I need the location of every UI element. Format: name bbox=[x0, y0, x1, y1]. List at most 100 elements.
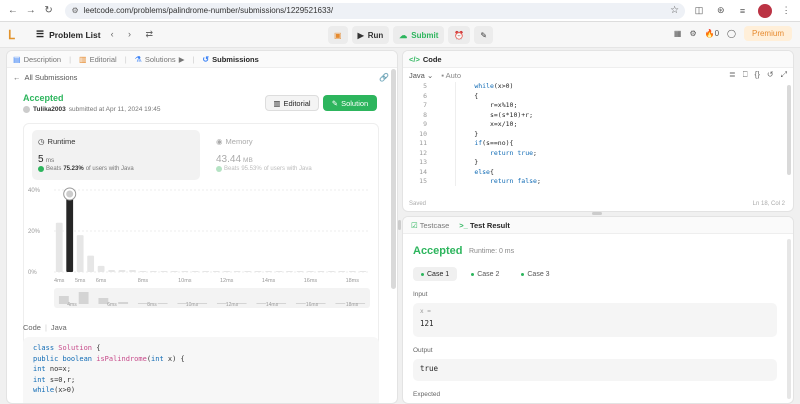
menu-icon[interactable]: ⋮ bbox=[778, 4, 794, 18]
streak-counter[interactable]: 🔥0 bbox=[705, 29, 719, 38]
tab-submissions[interactable]: ↺ Submissions bbox=[202, 55, 258, 64]
editor-code-line[interactable]: else{ bbox=[443, 168, 541, 178]
extensions-icon[interactable]: ◫ bbox=[691, 4, 707, 18]
line-number: 14 bbox=[419, 167, 427, 176]
reload-icon[interactable]: ↻ bbox=[42, 4, 56, 18]
x-tick-label: 14ms bbox=[262, 278, 276, 284]
case-tab-3[interactable]: Case 3 bbox=[513, 267, 557, 281]
author-avatar[interactable] bbox=[23, 106, 30, 113]
editor-code-line[interactable]: return true; bbox=[443, 149, 541, 159]
site-info-icon[interactable]: ⚙ bbox=[71, 6, 78, 15]
histogram-bar bbox=[286, 270, 293, 272]
checkbox-icon: ☑ bbox=[411, 220, 418, 230]
line-number: 10 bbox=[419, 129, 427, 138]
editor-code-line[interactable]: { bbox=[443, 92, 541, 102]
braces-icon[interactable]: {} bbox=[755, 70, 760, 80]
address-bar[interactable]: ⚙ leetcode.com/problems/palindrome-numbe… bbox=[65, 2, 686, 19]
solution-button[interactable]: ✎ Solution bbox=[323, 95, 377, 111]
result-scrollbar[interactable] bbox=[787, 239, 791, 399]
editor-code-line[interactable]: r=x%10; bbox=[443, 101, 541, 111]
overview-bar bbox=[157, 303, 168, 304]
editor-code-line[interactable]: } bbox=[443, 130, 541, 140]
share-link-icon[interactable]: 🔗 bbox=[379, 73, 389, 82]
memory-number: 43.44 bbox=[216, 154, 242, 165]
histogram-bar bbox=[338, 270, 346, 272]
runtime-box[interactable]: ◷ Runtime 5 ms Beats 75.23% of users with Ja… bbox=[32, 130, 200, 180]
overview-bar bbox=[236, 303, 247, 304]
code-editor[interactable]: 5 6 7 8 9 10 11 12 13 14 15 while(x>0) { r=x%10; s… bbox=[403, 82, 793, 192]
left-scrollbar[interactable] bbox=[391, 69, 396, 289]
leaf-icon bbox=[216, 166, 222, 172]
tab-test-result[interactable]: >_ Test Result bbox=[459, 221, 510, 230]
tab-testcase[interactable]: ☑ Testcase bbox=[411, 221, 449, 230]
bookmark-icon[interactable]: ⎕ bbox=[743, 70, 748, 80]
bookmark-star-icon[interactable]: ☆ bbox=[670, 5, 679, 16]
tab-editorial[interactable]: ▥ Editorial bbox=[79, 55, 117, 64]
vertical-resize-handle[interactable] bbox=[398, 220, 401, 230]
editor-code-line[interactable]: return false; bbox=[443, 177, 541, 187]
editor-scrollbar[interactable] bbox=[787, 85, 791, 175]
forward-arrow-icon[interactable]: → bbox=[24, 4, 38, 18]
editor-lines[interactable]: while(x>0) { r=x%10; s=(s*10)+r; x=x/10;… bbox=[443, 82, 541, 187]
timer-button[interactable]: ⏰ bbox=[448, 26, 471, 44]
premium-button[interactable]: Premium bbox=[743, 26, 792, 41]
histogram-bar bbox=[66, 190, 74, 272]
editor-code-line[interactable]: if(s==no){ bbox=[443, 139, 541, 149]
line-number: 5 bbox=[423, 82, 427, 90]
author-username[interactable]: Tulika2003 bbox=[33, 106, 66, 113]
problem-list-button[interactable]: ☰ Problem List bbox=[36, 29, 101, 40]
format-icon[interactable]: ≣ bbox=[729, 70, 736, 80]
reset-icon[interactable]: ↺ bbox=[767, 70, 774, 80]
case-tab-2[interactable]: Case 2 bbox=[463, 267, 507, 281]
editor-code-line[interactable]: } bbox=[443, 158, 541, 168]
tab-solutions[interactable]: ⚗ Solutions ▶ bbox=[135, 55, 185, 64]
book-icon: ▥ bbox=[273, 98, 281, 108]
leetcode-topbar: ᒪ ☰ Problem List ‹ › ⇄ ▣ ▶ Run ☁ Submit ⏰ … bbox=[0, 22, 800, 48]
line-number: 12 bbox=[419, 148, 427, 157]
overview-tick-label: 14ms bbox=[266, 302, 279, 308]
fullscreen-icon[interactable]: ⤢ bbox=[781, 70, 787, 80]
user-avatar-icon[interactable]: ◯ bbox=[727, 29, 736, 38]
horizontal-resize-handle[interactable] bbox=[592, 212, 602, 215]
layout-icon[interactable]: ▦ bbox=[674, 29, 682, 38]
all-submissions-link[interactable]: ← All Submissions bbox=[13, 73, 77, 82]
settings-gear-icon[interactable]: ⚙ bbox=[689, 29, 696, 38]
submit-button[interactable]: ☁ Submit bbox=[393, 26, 445, 44]
input-var-name: x = bbox=[420, 308, 431, 315]
runtime-beats-pre: Beats bbox=[46, 166, 62, 172]
case-tab-1[interactable]: Case 1 bbox=[413, 267, 458, 281]
memory-beats-percent: 95.53% bbox=[241, 166, 262, 172]
submit-label: Submit bbox=[411, 30, 439, 40]
profile-avatar[interactable] bbox=[758, 3, 773, 18]
sync-icon[interactable]: ⊛ bbox=[713, 4, 729, 18]
prev-next-shuffle-icons[interactable]: ‹ › ⇄ bbox=[111, 29, 160, 40]
run-button[interactable]: ▶ Run bbox=[351, 26, 390, 44]
histogram-bar bbox=[87, 255, 95, 272]
code-line: class Solution { bbox=[33, 344, 101, 352]
language-select[interactable]: Java ⌄ bbox=[409, 71, 433, 80]
tab-description-label: Description bbox=[23, 54, 62, 64]
leetcode-logo-icon[interactable]: ᒪ bbox=[8, 28, 22, 42]
histogram-bar bbox=[296, 270, 304, 272]
code-header: Code | Java bbox=[23, 323, 67, 332]
memory-unit: MB bbox=[243, 157, 253, 164]
memory-value: 43.44 MB bbox=[216, 154, 253, 165]
editor-code-line[interactable]: while(x>0) bbox=[443, 82, 541, 92]
notes-button[interactable]: ✎ bbox=[474, 26, 494, 44]
editorial-button[interactable]: ▥ Editorial bbox=[265, 95, 319, 111]
line-number: 9 bbox=[423, 120, 427, 128]
x-tick-label: 6ms bbox=[96, 278, 107, 284]
x-tick-label: 16ms bbox=[304, 278, 318, 284]
pencil-icon: ✎ bbox=[331, 98, 339, 108]
back-arrow-icon[interactable]: ← bbox=[6, 4, 20, 18]
reading-list-icon[interactable]: ≡ bbox=[735, 4, 751, 18]
tab-description[interactable]: ▤ Description bbox=[13, 55, 61, 64]
editor-code-line[interactable]: x=x/10; bbox=[443, 120, 541, 130]
x-tick-label: 8ms bbox=[138, 278, 149, 284]
debug-button[interactable]: ▣ bbox=[328, 26, 348, 44]
editor-code-line[interactable]: s=(s*10)+r; bbox=[443, 111, 541, 121]
memory-box[interactable]: ◉ Memory 43.44 MB Beats 95.53% of users with… bbox=[210, 130, 370, 180]
runtime-header: ◷ Runtime bbox=[38, 137, 75, 146]
auto-mode-toggle[interactable]: ▪ Auto bbox=[441, 71, 461, 80]
histogram-bar bbox=[76, 235, 84, 272]
